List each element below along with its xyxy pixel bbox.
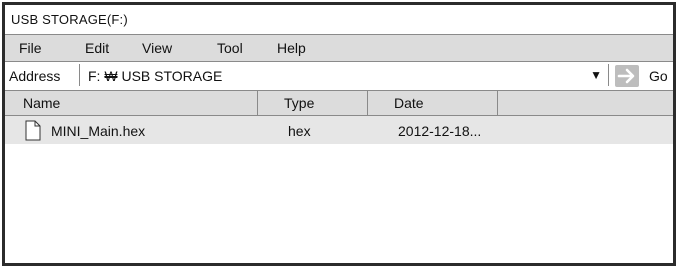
title-bar: USB STORAGE(F:) xyxy=(5,5,673,35)
arrow-right-icon[interactable] xyxy=(615,65,639,87)
file-name: MINI_Main.hex xyxy=(51,123,146,139)
document-icon xyxy=(25,120,41,146)
menu-file[interactable]: File xyxy=(19,40,42,56)
menu-tool[interactable]: Tool xyxy=(217,40,243,56)
address-input[interactable]: F: ₩ USB STORAGE ▼ xyxy=(79,64,609,86)
address-path: F: ₩ USB STORAGE xyxy=(88,68,222,84)
address-label: Address xyxy=(9,68,61,84)
address-separator: ₩ xyxy=(104,68,118,84)
address-drive: F: xyxy=(88,68,101,84)
column-header-date[interactable]: Date xyxy=(368,91,498,115)
file-type: hex xyxy=(288,123,311,139)
file-explorer-window: USB STORAGE(F:) File Edit View Tool Help… xyxy=(2,2,676,266)
menu-view[interactable]: View xyxy=(142,40,172,56)
column-header-type[interactable]: Type xyxy=(258,91,368,115)
file-list: MINI_Main.hex hex 2012-12-18... xyxy=(5,116,673,263)
menu-edit[interactable]: Edit xyxy=(85,40,109,56)
menu-bar: File Edit View Tool Help xyxy=(5,35,673,62)
triangle-down-icon[interactable]: ▼ xyxy=(590,68,602,82)
file-date: 2012-12-18... xyxy=(398,123,482,139)
list-header: Name Type Date xyxy=(5,91,673,116)
column-header-name[interactable]: Name xyxy=(5,91,258,115)
address-bar: Address F: ₩ USB STORAGE ▼ Go xyxy=(5,62,673,91)
file-row[interactable]: MINI_Main.hex hex 2012-12-18... xyxy=(5,116,673,144)
window-title: USB STORAGE(F:) xyxy=(11,12,128,27)
go-button[interactable]: Go xyxy=(649,68,668,84)
menu-help[interactable]: Help xyxy=(277,40,306,56)
address-folder: USB STORAGE xyxy=(121,68,223,84)
